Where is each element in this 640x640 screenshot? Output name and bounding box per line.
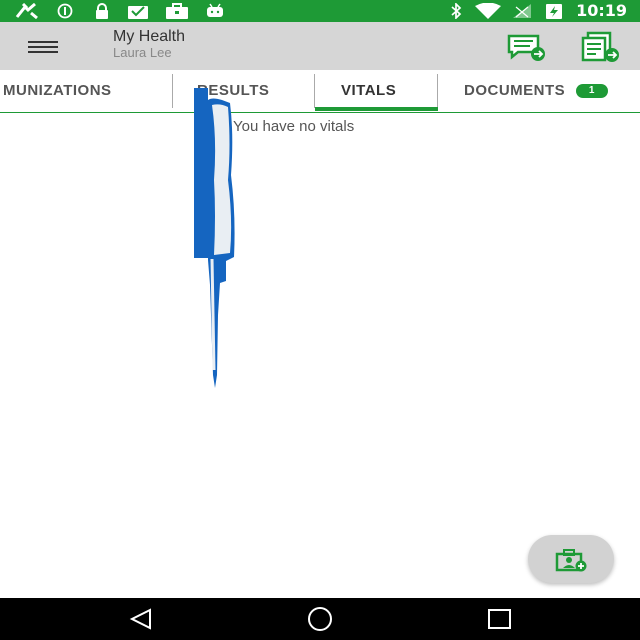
wifi-icon [475,3,501,19]
documents-forward-icon [581,31,619,62]
recents-icon[interactable] [487,607,513,631]
status-time: 10:19 [576,1,627,20]
app-subtitle: Laura Lee [113,45,172,60]
briefcase-icon [166,3,188,19]
android-icon [207,3,223,17]
menu-button[interactable] [28,38,60,58]
add-contact-card-icon [555,549,587,572]
overlay-artifact [194,88,235,388]
tab-vitals[interactable]: VITALS [341,70,396,112]
mail-check-icon [128,6,148,19]
documents-count-badge: 1 [575,84,608,99]
tab-divider [172,74,173,108]
bluetooth-icon [451,3,462,19]
back-icon[interactable] [128,607,154,631]
tab-documents-label: DOCUMENTS [464,82,566,99]
documents-forward-button[interactable] [578,30,622,64]
status-bar: 10:19 [0,0,640,22]
app-bar: My Health Laura Lee [0,22,640,70]
hamburger-icon [28,41,58,53]
tab-immunizations[interactable]: MUNIZATIONS [3,70,112,112]
tab-divider [437,74,438,108]
home-icon[interactable] [306,607,334,631]
info-circle-icon [57,3,73,19]
empty-state-message: You have no vitals [233,118,355,135]
app-title: My Health [113,28,186,45]
battery-charging-icon [546,4,562,19]
tab-vitals-label: VITALS [341,82,397,99]
tab-immunizations-label: MUNIZATIONS [3,82,112,99]
add-contact-fab[interactable] [528,535,614,583]
system-nav-bar [0,598,640,640]
active-tab-indicator [315,107,438,111]
fax-icon [15,3,38,19]
lock-icon [96,3,108,19]
signal-icon [513,4,531,18]
message-forward-button[interactable] [504,30,548,64]
message-forward-icon [507,34,545,61]
tab-documents[interactable]: DOCUMENTS 1 [464,70,608,112]
tab-divider [314,74,315,108]
